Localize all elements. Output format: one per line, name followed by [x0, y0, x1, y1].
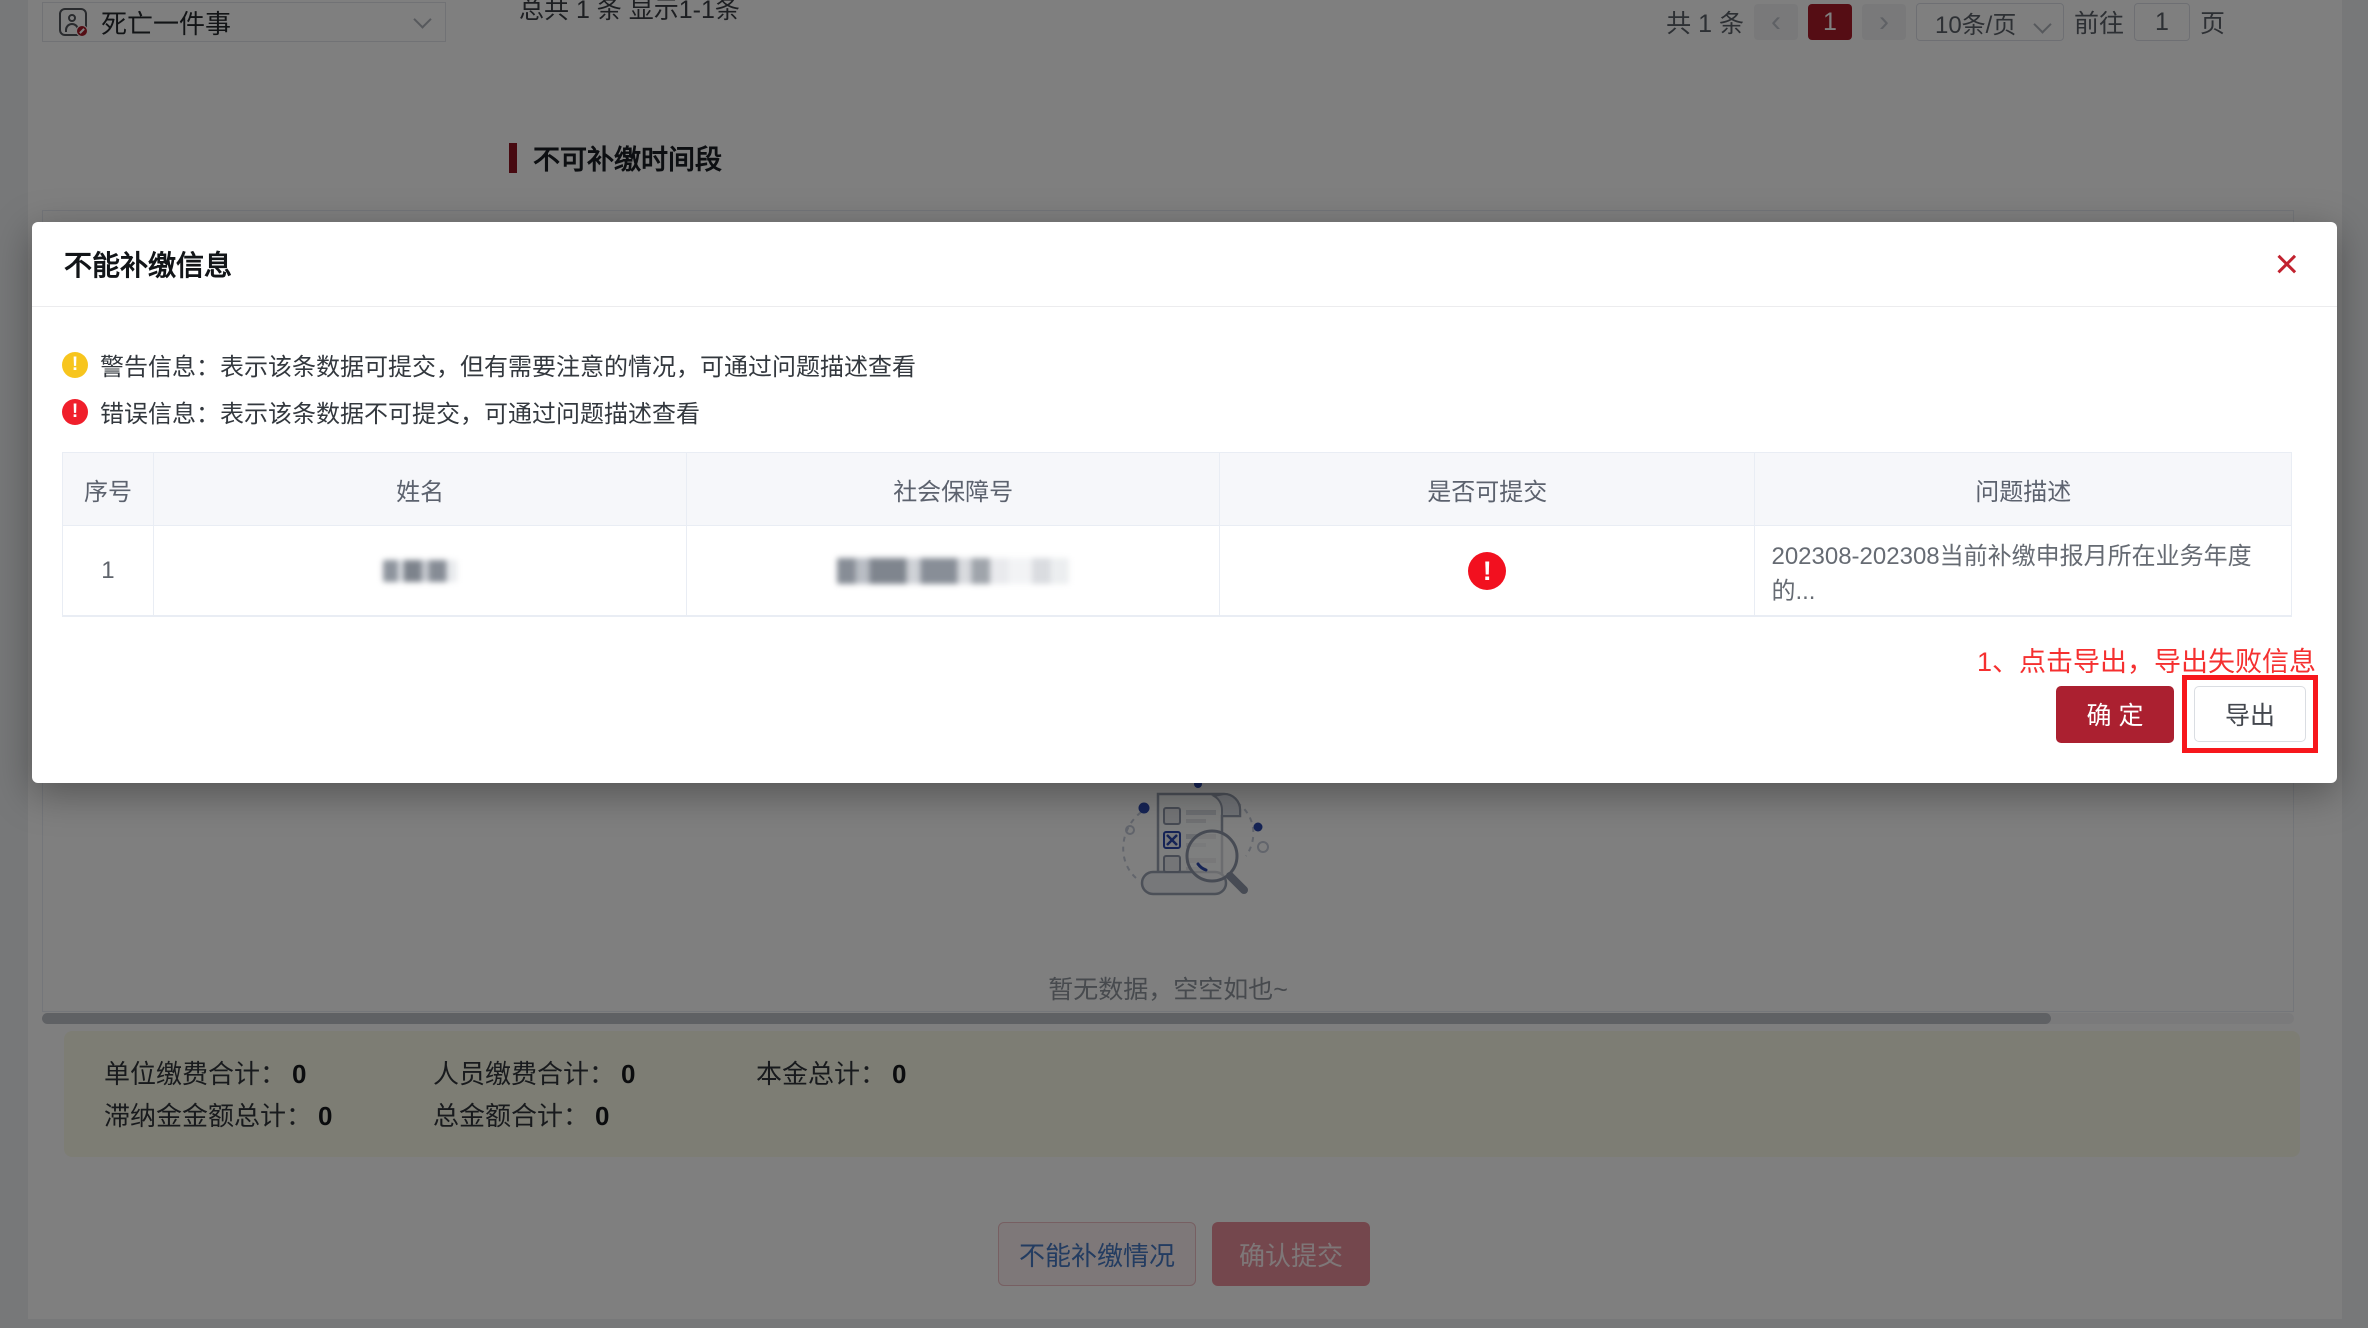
error-legend-line: ! 错误信息：表示该条数据不可提交，可通过问题描述查看 — [62, 394, 916, 429]
failure-table: 序号 姓名 社会保障号 是否可提交 问题描述 1 ! 202308-202308… — [62, 452, 2292, 617]
cell-name — [154, 526, 688, 615]
table-header-row: 序号 姓名 社会保障号 是否可提交 问题描述 — [63, 453, 2291, 526]
warning-icon: ! — [62, 352, 88, 378]
confirm-button[interactable]: 确 定 — [2056, 686, 2174, 743]
warning-legend-line: ! 警告信息：表示该条数据可提交，但有需要注意的情况，可通过问题描述查看 — [62, 347, 916, 382]
cell-description: 202308-202308当前补缴申报月所在业务年度的... — [1755, 526, 2291, 615]
export-highlight-box: 导出 — [2182, 675, 2318, 753]
col-header-ssn: 社会保障号 — [687, 453, 1220, 525]
error-icon: ! — [62, 399, 88, 425]
dialog-actions: 确 定 导出 — [2056, 675, 2318, 753]
legend: ! 警告信息：表示该条数据可提交，但有需要注意的情况，可通过问题描述查看 ! 错… — [62, 347, 916, 441]
dialog-header: 不能补缴信息 × — [32, 222, 2337, 307]
close-icon[interactable]: × — [2274, 243, 2299, 285]
redacted-ssn — [837, 558, 1069, 584]
dialog-title: 不能补缴信息 — [64, 244, 232, 284]
warning-legend-text: 警告信息：表示该条数据可提交，但有需要注意的情况，可通过问题描述查看 — [100, 347, 916, 382]
cell-submittable: ! — [1220, 526, 1756, 615]
error-icon: ! — [1468, 552, 1506, 590]
col-header-submittable: 是否可提交 — [1220, 453, 1756, 525]
col-header-description: 问题描述 — [1755, 453, 2291, 525]
col-header-index: 序号 — [63, 453, 154, 525]
export-annotation: 1、点击导出，导出失败信息 — [1977, 640, 2316, 679]
cell-index: 1 — [63, 526, 154, 615]
table-row: 1 ! 202308-202308当前补缴申报月所在业务年度的... — [63, 526, 2291, 616]
col-header-name: 姓名 — [154, 453, 688, 525]
export-button[interactable]: 导出 — [2194, 686, 2306, 742]
cell-ssn — [687, 526, 1220, 615]
dialog-body: ! 警告信息：表示该条数据可提交，但有需要注意的情况，可通过问题描述查看 ! 错… — [32, 307, 2337, 783]
redacted-name — [383, 560, 457, 582]
error-legend-text: 错误信息：表示该条数据不可提交，可通过问题描述查看 — [100, 394, 700, 429]
screen: 死亡一件事 总共 1 条 显示1-1条 共 1 条 ‹ 1 › 10条/页 前往… — [0, 0, 2368, 1328]
cannot-repay-info-dialog: 不能补缴信息 × ! 警告信息：表示该条数据可提交，但有需要注意的情况，可通过问… — [32, 222, 2337, 783]
